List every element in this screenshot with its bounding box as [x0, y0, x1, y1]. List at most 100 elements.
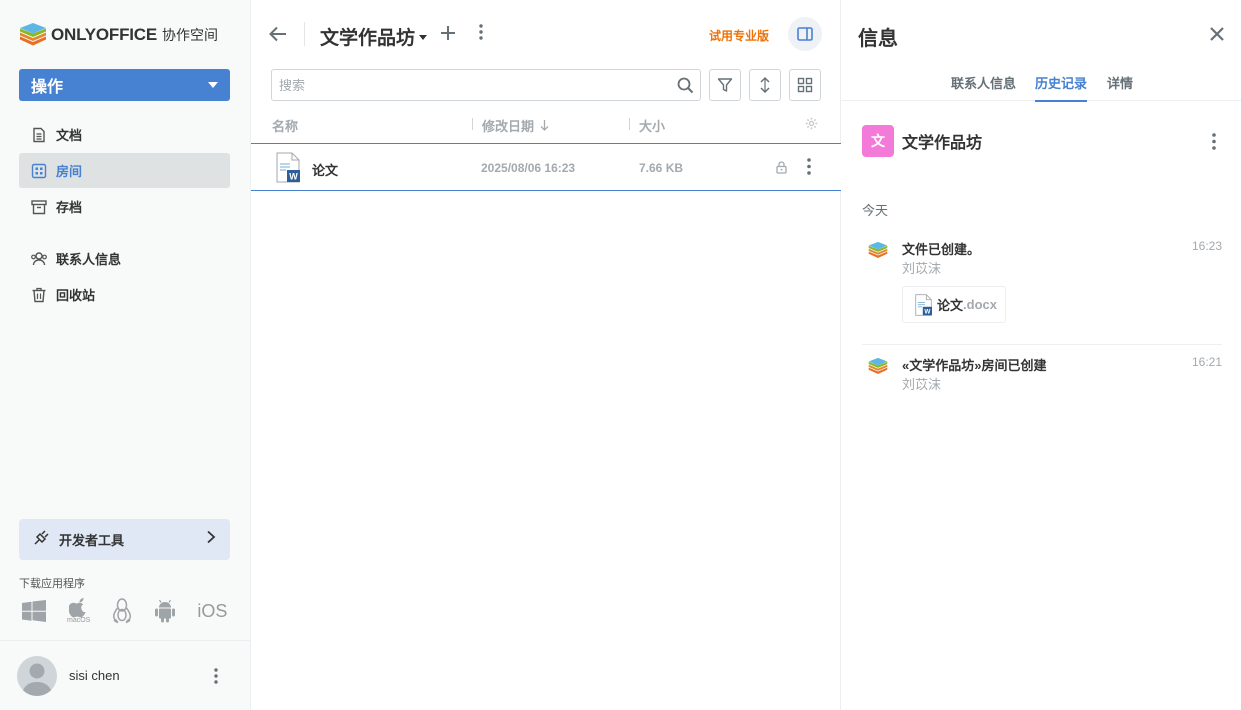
chevron-down-icon [419, 35, 428, 40]
user-menu-more-icon[interactable] [204, 667, 228, 684]
history-entry-author[interactable]: 刘苡沫 [902, 374, 941, 393]
search-icon[interactable] [670, 77, 700, 94]
file-size: 7.66 KB [639, 161, 684, 175]
apple-icon [68, 598, 86, 618]
app-logo[interactable]: ONLYOFFICE 协作空间 [19, 22, 218, 48]
sidebar-item-label: 回收站 [56, 288, 96, 303]
history-entry-title: «文学作品坊»房间已创建 [902, 358, 1047, 373]
download-apps-label: 下载应用程序 [19, 578, 85, 590]
filter-icon [717, 78, 733, 92]
settings-gear-icon[interactable] [805, 117, 818, 135]
file-modified-date: 2025/08/06 16:23 [481, 161, 576, 175]
user-profile[interactable]: sisi chen [0, 640, 250, 710]
actions-button[interactable]: 操作 [19, 69, 230, 101]
macos-label: macOS [67, 617, 91, 624]
chevron-right-icon [206, 530, 216, 549]
lock-icon[interactable] [776, 161, 787, 179]
column-header-size[interactable]: 大小 [639, 116, 665, 135]
history-entry: 文件已创建。 刘苡沫 16:23 W 论文 .docx [862, 239, 1222, 329]
sidebar-item-label: 存档 [56, 200, 83, 215]
search-input[interactable] [272, 70, 670, 100]
table-row[interactable]: W 论文 2025/08/06 16:23 7.66 KB [251, 144, 841, 191]
column-separator[interactable] [629, 118, 630, 130]
panel-icon [797, 27, 813, 41]
history-date-label: 今天 [862, 203, 889, 218]
title-divider [304, 22, 305, 46]
linux-icon [113, 598, 132, 624]
sidebar-item-documents[interactable]: 文档 [19, 117, 230, 152]
room-summary: 文 文学作品坊 [862, 125, 1222, 157]
column-header-label: 修改日期 [482, 119, 535, 134]
onlyoffice-logo-icon [868, 357, 888, 381]
room-name: 文学作品坊 [902, 135, 983, 152]
sidebar-item-label: 联系人信息 [56, 252, 122, 267]
plug-icon [33, 528, 51, 551]
filter-button[interactable] [709, 69, 741, 101]
actions-label: 操作 [31, 79, 64, 96]
history-file-link[interactable]: W 论文 .docx [902, 286, 1006, 323]
room-title: 文学作品坊 [320, 28, 416, 49]
history-entry: «文学作品坊»房间已创建 刘苡沫 16:21 [862, 355, 1222, 395]
file-list-panel: 文学作品坊 试用专业版 名称 修改日期 大小 [251, 0, 841, 710]
chevron-down-icon [208, 82, 218, 88]
table-header: 名称 修改日期 大小 [251, 108, 841, 144]
column-header-modified[interactable]: 修改日期 [482, 116, 549, 135]
sidebar-item-contacts[interactable]: 联系人信息 [19, 241, 230, 276]
column-separator[interactable] [472, 118, 473, 130]
avatar[interactable] [17, 655, 57, 696]
room-options-more-icon[interactable] [1206, 132, 1222, 150]
ios-app-link[interactable]: iOS [197, 601, 227, 622]
room-more-icon[interactable] [473, 24, 489, 44]
history-entry-author[interactable]: 刘苡沫 [902, 258, 941, 277]
tab-details[interactable]: 详情 [1107, 73, 1133, 100]
sidebar-item-trash[interactable]: 回收站 [19, 277, 230, 312]
info-panel-title: 信息 [858, 28, 898, 50]
windows-app-link[interactable] [22, 600, 46, 622]
ios-label: iOS [197, 600, 228, 621]
docx-file-icon: W [915, 293, 932, 316]
onlyoffice-logo-icon [20, 23, 46, 46]
file-name: 论文 [312, 163, 339, 178]
sidebar-item-label: 房间 [56, 164, 83, 179]
developer-tools-label: 开发者工具 [59, 533, 125, 548]
archive-icon [30, 198, 48, 216]
sidebar-item-rooms[interactable]: 房间 [19, 153, 230, 188]
developer-tools-button[interactable]: 开发者工具 [19, 519, 230, 560]
tab-history[interactable]: 历史记录 [1035, 73, 1088, 102]
rooms-icon [30, 162, 48, 180]
history-entry-time: 16:21 [1191, 355, 1222, 369]
android-icon [155, 599, 176, 623]
linux-app-link[interactable] [111, 598, 133, 624]
info-panel-toggle-button[interactable] [788, 17, 822, 51]
info-tabs: 联系人信息 历史记录 详情 [842, 64, 1241, 102]
android-app-link[interactable] [154, 599, 176, 623]
room-logo: 文 [862, 125, 894, 157]
sort-down-arrow-icon [540, 120, 549, 131]
tab-contacts[interactable]: 联系人信息 [951, 73, 1016, 100]
trash-icon [30, 286, 48, 304]
sort-button[interactable] [749, 69, 781, 101]
sidebar-item-archive[interactable]: 存档 [19, 189, 230, 224]
file-more-icon[interactable] [807, 158, 811, 180]
history-file-extension: .docx [963, 297, 997, 312]
trial-pro-link[interactable]: 试用专业版 [709, 27, 769, 44]
history-entry-title: 文件已创建。 [902, 242, 981, 257]
history-file-name: 论文 [937, 298, 964, 313]
contacts-icon [30, 250, 48, 268]
grid-view-icon [797, 77, 813, 93]
info-panel: 信息 联系人信息 历史记录 详情 文 文学作品坊 今天 文件已创建。 刘苡沫 1… [842, 0, 1241, 710]
document-icon [30, 126, 48, 144]
room-title-dropdown[interactable]: 文学作品坊 [320, 23, 428, 50]
macos-app-link[interactable]: macOS [67, 598, 90, 624]
sidebar-item-label: 文档 [56, 128, 83, 143]
back-arrow-icon[interactable] [268, 24, 290, 46]
onlyoffice-logo-icon [868, 241, 888, 265]
windows-icon [22, 600, 46, 622]
history-divider [862, 344, 1222, 345]
plus-icon[interactable] [439, 24, 459, 44]
sidebar: ONLYOFFICE 协作空间 操作 文档 房间 存档 联系人信息 回收站 开发… [0, 0, 251, 710]
column-header-name[interactable]: 名称 [272, 116, 298, 135]
view-toggle-button[interactable] [789, 69, 821, 101]
close-icon[interactable] [1209, 26, 1225, 42]
sort-icon [760, 76, 770, 94]
